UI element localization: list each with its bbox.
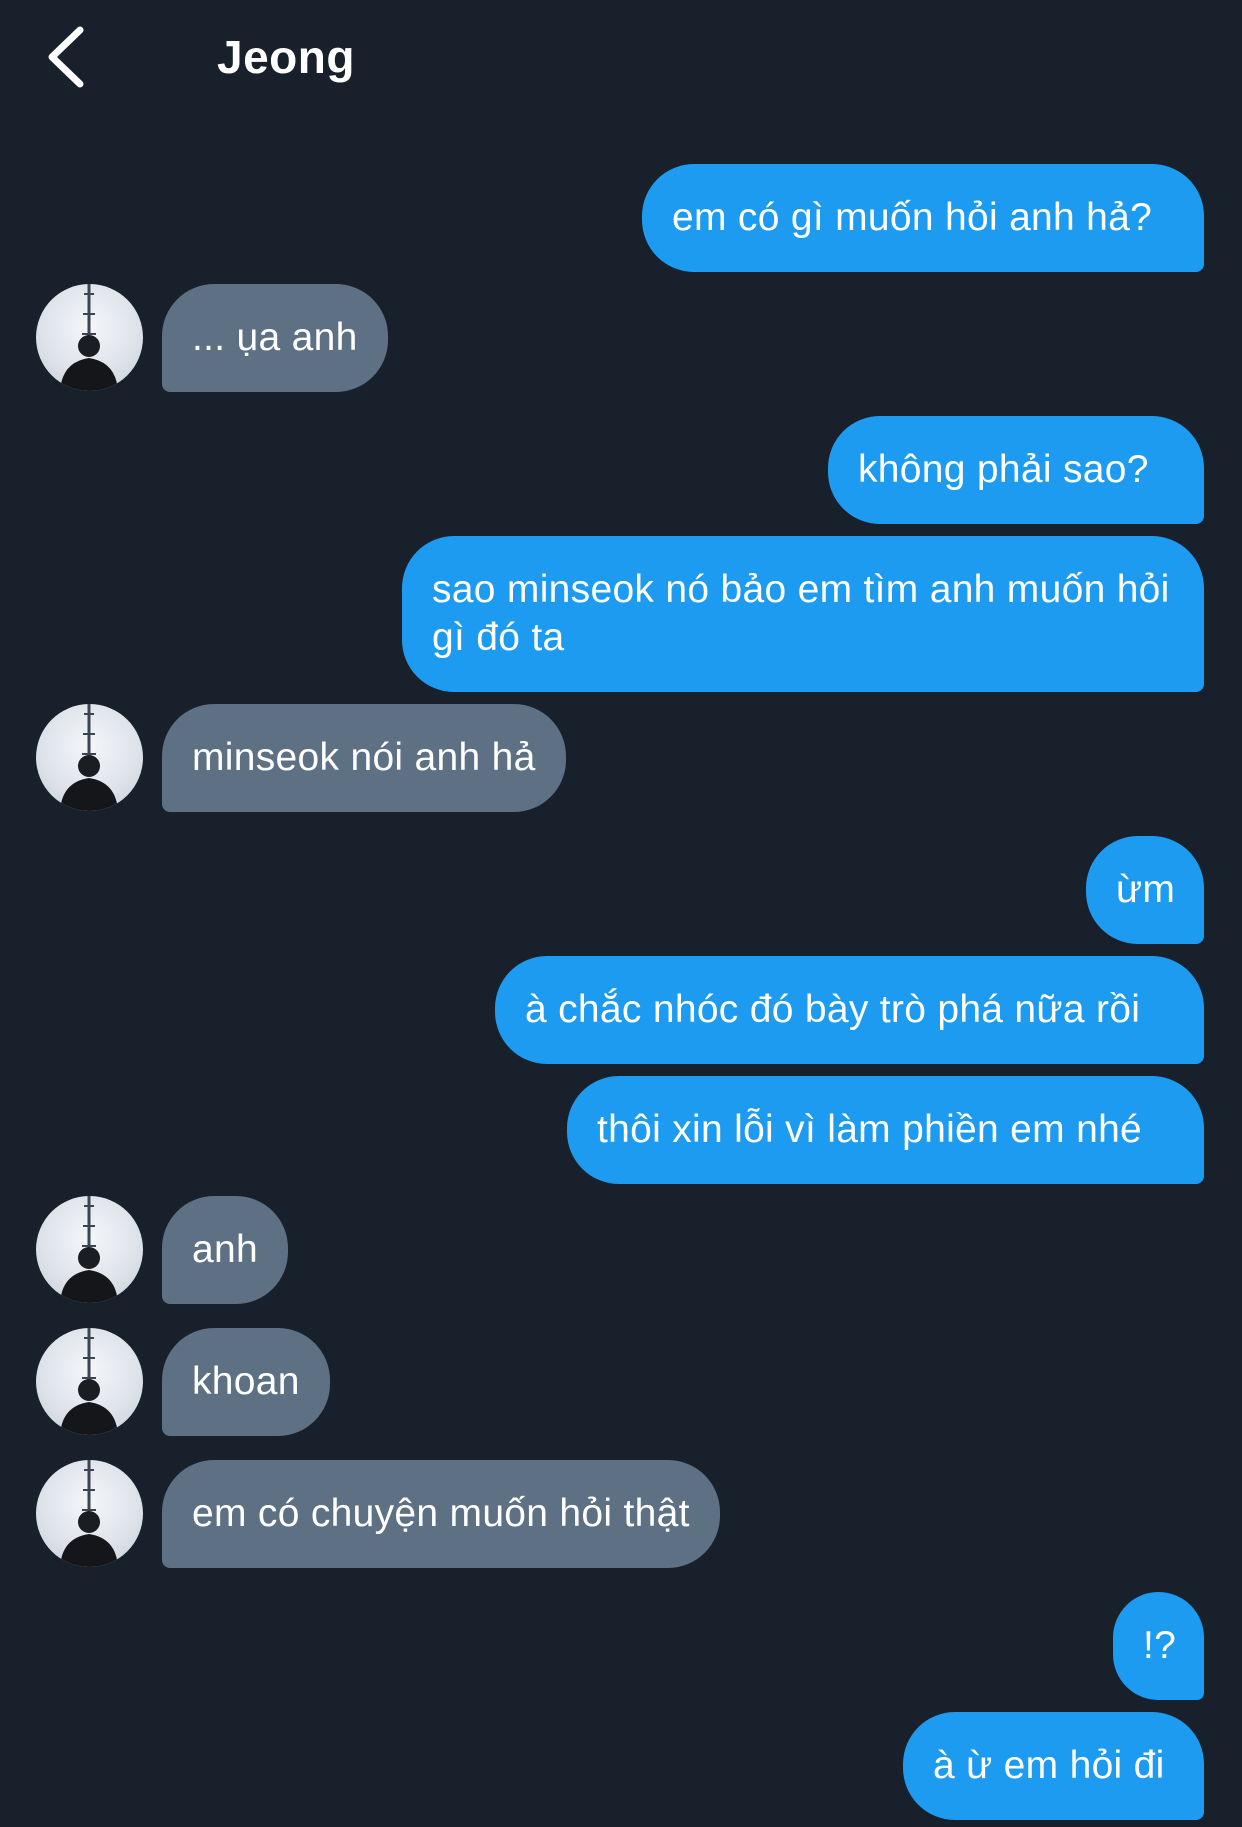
message-text: sao minseok nó bảo em tìm anh muốn hỏi g… [432, 568, 1170, 659]
message-bubble-outgoing[interactable]: không phải sao? [828, 416, 1204, 524]
avatar[interactable] [36, 704, 143, 811]
avatar[interactable] [36, 1328, 143, 1435]
avatar[interactable] [36, 1196, 143, 1303]
message-text: à ừ em hỏi đi [933, 1744, 1165, 1787]
message-bubble-incoming[interactable]: khoan [162, 1328, 330, 1436]
message-bubble-incoming[interactable]: em có chuyện muốn hỏi thật [162, 1460, 720, 1568]
chat-title[interactable]: Jeong [217, 28, 355, 86]
message-text: em có gì muốn hỏi anh hả? [672, 196, 1153, 239]
message-text: khoan [192, 1360, 300, 1403]
message-text: !? [1143, 1624, 1177, 1667]
avatar-image [60, 704, 118, 811]
message-bubble-outgoing[interactable]: à ừ em hỏi đi [903, 1712, 1204, 1820]
message-bubble-incoming[interactable]: ... ụa anh [162, 284, 388, 392]
message-bubble-outgoing[interactable]: !? [1113, 1592, 1204, 1700]
avatar[interactable] [36, 284, 143, 391]
avatar-image [60, 284, 118, 391]
message-bubble-incoming[interactable]: minseok nói anh hả [162, 704, 566, 812]
message-text: không phải sao? [858, 448, 1149, 491]
back-button[interactable] [36, 22, 100, 92]
message-text: minseok nói anh hả [192, 736, 536, 779]
message-bubble-outgoing[interactable]: à chắc nhóc đó bày trò phá nữa rồi [495, 956, 1204, 1064]
avatar[interactable] [36, 1460, 143, 1567]
message-bubble-outgoing[interactable]: sao minseok nó bảo em tìm anh muốn hỏi g… [402, 536, 1204, 692]
message-bubble-outgoing[interactable]: thôi xin lỗi vì làm phiền em nhé [567, 1076, 1204, 1184]
chat-header: Jeong [0, 0, 1242, 120]
avatar-image [60, 1328, 118, 1435]
chevron-left-icon [48, 26, 84, 88]
message-bubble-incoming[interactable]: anh [162, 1196, 288, 1304]
message-text: ừm [1116, 868, 1176, 911]
message-bubble-outgoing[interactable]: ừm [1086, 836, 1204, 944]
message-text: em có chuyện muốn hỏi thật [192, 1492, 690, 1535]
avatar-image [60, 1196, 118, 1303]
avatar-image [60, 1460, 118, 1567]
message-bubble-outgoing[interactable]: em có gì muốn hỏi anh hả? [642, 164, 1204, 272]
message-text: thôi xin lỗi vì làm phiền em nhé [597, 1108, 1143, 1151]
message-text: à chắc nhóc đó bày trò phá nữa rồi [525, 988, 1141, 1031]
message-text: anh [192, 1228, 258, 1271]
message-text: ... ụa anh [192, 316, 358, 359]
